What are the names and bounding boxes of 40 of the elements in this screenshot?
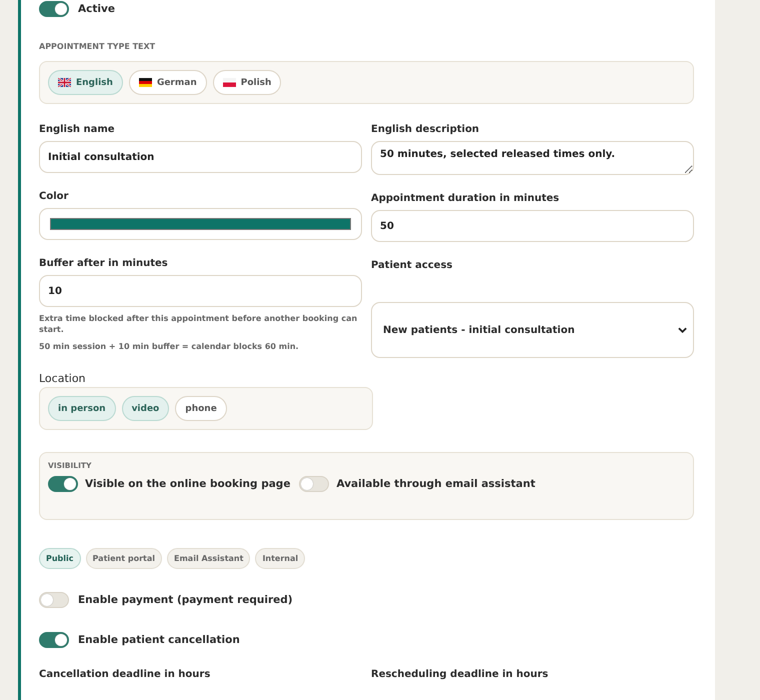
channel-chip[interactable]: Public (39, 548, 81, 569)
chevron-down-icon (678, 327, 687, 333)
flag-icon (222, 78, 236, 87)
name-input[interactable]: Initial consultation (39, 141, 362, 173)
location-chip[interactable]: video (122, 396, 170, 421)
toggle-label: Enable patient cancellation (78, 634, 240, 646)
toggle-switch[interactable] (48, 476, 78, 492)
field-label: Rescheduling deadline in hours (371, 669, 550, 680)
toggle-label: Visible on the online booking page (85, 478, 290, 490)
channel-chip[interactable]: Email Assistant (167, 548, 250, 569)
buffer-input[interactable]: 10 (39, 275, 362, 307)
hint-text: 50 min session + 10 min buffer = calendar blocks 60 min. (39, 341, 300, 353)
language-tab[interactable]: Polish (212, 70, 282, 95)
language-tab[interactable]: German (128, 70, 207, 95)
field-label: Buffer after in minutes (39, 258, 169, 269)
toggle-label: Available through email assistant (336, 478, 536, 490)
flag-icon (58, 78, 71, 87)
field-label: Color (39, 191, 70, 202)
toggle-switch[interactable] (39, 632, 69, 648)
field-label: Location (39, 372, 87, 385)
patient-access-select[interactable]: New patients - initial consultation (371, 302, 694, 358)
language-tab[interactable]: English (48, 70, 123, 95)
location-chip[interactable]: phone (175, 396, 227, 421)
toggle-label: Active (78, 3, 115, 15)
field-label: Appointment duration in minutes (371, 193, 560, 204)
field-label: Cancellation deadline in hours (39, 669, 212, 680)
flag-icon (138, 78, 152, 87)
description-textarea[interactable]: 50 minutes, selected released times only. (371, 141, 694, 175)
field-label: English name (39, 124, 116, 135)
channel-chip[interactable]: Internal (255, 548, 306, 569)
toggle-switch[interactable] (39, 1, 69, 17)
color-picker[interactable] (39, 208, 362, 240)
field-label: English description (371, 124, 480, 135)
channel-chip[interactable]: Patient portal (86, 548, 162, 569)
toggle-label: Enable payment (payment required) (78, 594, 293, 606)
hint-text: Extra time blocked after this appointment before another booking can start. (39, 313, 358, 336)
duration-input[interactable]: 50 (371, 210, 694, 242)
field-label: Patient access (371, 260, 454, 271)
location-chip[interactable]: in person (48, 396, 116, 421)
section-heading: APPOINTMENT TYPE TEXT (39, 42, 156, 51)
